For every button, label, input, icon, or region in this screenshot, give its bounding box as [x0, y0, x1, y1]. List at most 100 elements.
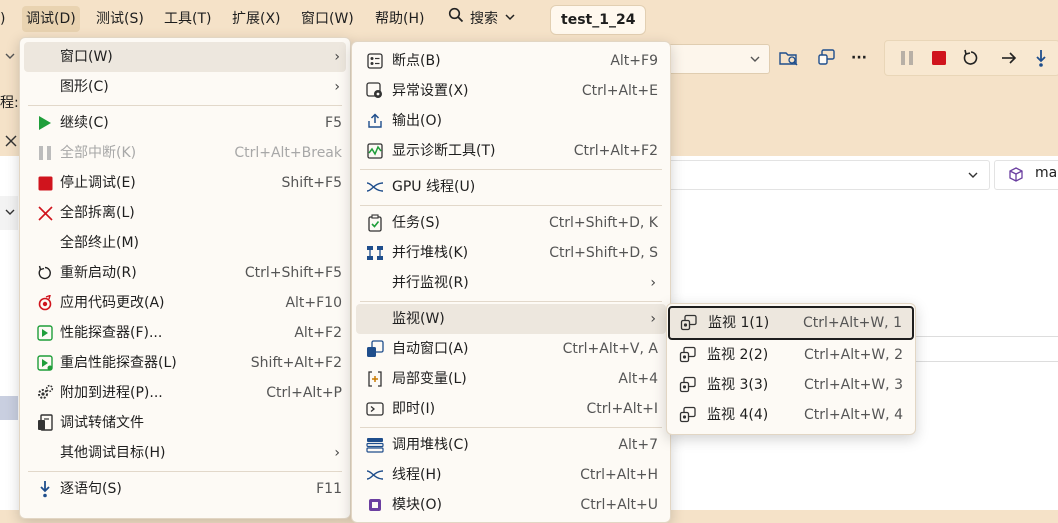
process-label: 程:: [0, 95, 19, 111]
menu-debug[interactable]: 调试(D): [22, 6, 80, 32]
chevron-down-icon[interactable]: [4, 206, 16, 218]
profiler-icon: [36, 324, 54, 342]
window-menu-parallel-stacks[interactable]: 并行堆栈(K) Ctrl+Shift+D, S: [356, 238, 666, 268]
window-menu-modules[interactable]: 模块(O) Ctrl+Alt+U: [356, 490, 666, 520]
debug-menu-dump-file[interactable]: 调试转储文件: [24, 408, 346, 438]
menu-item-shortcut: Ctrl+Alt+P: [266, 385, 342, 401]
menu-search[interactable]: 搜索: [444, 6, 520, 32]
debug-menu-restart[interactable]: 重新启动(R) Ctrl+Shift+F5: [24, 258, 346, 288]
debug-menu-performance-profiler[interactable]: 性能探查器(F)... Alt+F2: [24, 318, 346, 348]
gear-icon: [36, 384, 54, 402]
window-menu-locals[interactable]: 局部变量(L) Alt+4: [356, 364, 666, 394]
debug-menu-terminate-all[interactable]: 全部终止(M): [24, 228, 346, 258]
window-menu-immediate[interactable]: 即时(I) Ctrl+Alt+I: [356, 394, 666, 424]
menu-item-label: 显示诊断工具(T): [392, 143, 496, 159]
window-menu-call-stack[interactable]: 调用堆栈(C) Alt+7: [356, 430, 666, 460]
menu-extensions[interactable]: 扩展(X): [228, 6, 285, 32]
stop-icon[interactable]: [926, 46, 952, 70]
menu-item-shortcut: Ctrl+Shift+F5: [244, 265, 342, 281]
menu-item-shortcut: Ctrl+Alt+W, 1: [803, 315, 902, 331]
watch-menu-watch-1[interactable]: 监视 1(1) Ctrl+Alt+W, 1: [668, 306, 914, 340]
debug-menu-graphics[interactable]: 图形(C) ›: [24, 72, 346, 102]
restart-icon[interactable]: [958, 46, 984, 70]
menu-item-shortcut: Ctrl+Alt+F2: [573, 143, 658, 159]
watch-menu-watch-2[interactable]: 监视 2(2) Ctrl+Alt+W, 2: [671, 340, 911, 370]
menu-tools[interactable]: 工具(T): [160, 6, 215, 32]
chevron-down-icon: [750, 56, 760, 62]
menu-item-label: 自动窗口(A): [392, 341, 469, 357]
navigation-combo[interactable]: [660, 160, 990, 190]
pause-icon: [36, 144, 54, 162]
window-menu-output[interactable]: 输出(O): [356, 106, 666, 136]
step-into-icon[interactable]: [1028, 46, 1054, 70]
menu-separator: [360, 169, 662, 170]
watch-window-icon: [679, 346, 697, 364]
menu-item-label: 全部终止(M): [60, 235, 140, 251]
debug-menu-stop[interactable]: 停止调试(E) Shift+F5: [24, 168, 346, 198]
tasks-icon: [366, 214, 384, 232]
window-menu-watch[interactable]: 监视(W) ›: [356, 304, 666, 334]
debug-menu-detach-all[interactable]: 全部拆离(L): [24, 198, 346, 228]
window-menu-tasks[interactable]: 任务(S) Ctrl+Shift+D, K: [356, 208, 666, 238]
debug-menu-break-all[interactable]: 全部中断(K) Ctrl+Alt+Break: [24, 138, 346, 168]
left-pane-strip: [0, 196, 18, 230]
menu-item-shortcut: Alt+F2: [294, 325, 342, 341]
threads-icon: [366, 178, 384, 196]
debug-menu-relaunch-profiler[interactable]: 重启性能探查器(L) Shift+Alt+F2: [24, 348, 346, 378]
debug-menu-continue[interactable]: 继续(C) F5: [24, 108, 346, 138]
window-menu-gpu-threads[interactable]: GPU 线程(U): [356, 172, 666, 202]
debug-menu-attach-to-process[interactable]: 附加到进程(P)... Ctrl+Alt+P: [24, 378, 346, 408]
chevron-down-icon: [968, 172, 978, 178]
breakpoints-icon: [366, 52, 384, 70]
window-menu-parallel-watch[interactable]: 并行监视(R) ›: [356, 268, 666, 298]
menu-item-shortcut: Ctrl+Alt+W, 4: [804, 407, 903, 423]
watch-menu-watch-4[interactable]: 监视 4(4) Ctrl+Alt+W, 4: [671, 400, 911, 430]
menu-window[interactable]: 窗口(W): [297, 6, 358, 32]
diagnostic-tools-icon: [366, 142, 384, 160]
window-menu-exception-settings[interactable]: 异常设置(X) Ctrl+Alt+E: [356, 76, 666, 106]
menu-item-label: 继续(C): [60, 115, 109, 131]
window-menu-breakpoints[interactable]: 断点(B) Alt+F9: [356, 46, 666, 76]
more-options-icon[interactable]: ···: [846, 46, 872, 70]
modules-icon: [366, 496, 384, 514]
debug-menu-apply-code-changes[interactable]: 应用代码更改(A) Alt+F10: [24, 288, 346, 318]
menu-item-shortcut: Alt+7: [618, 437, 658, 453]
member-combo[interactable]: ma: [994, 160, 1058, 190]
debug-menu-step-into[interactable]: 逐语句(S) F11: [24, 474, 346, 504]
menu-help[interactable]: 帮助(H): [371, 6, 428, 32]
watch-window-icon: [679, 376, 697, 394]
window-menu-autos[interactable]: 自动窗口(A) Ctrl+Alt+V, A: [356, 334, 666, 364]
menu-item-label: 调试转储文件: [60, 415, 144, 431]
menu-item-shortcut: F5: [325, 115, 342, 131]
solution-name-tab[interactable]: test_1_24: [550, 5, 647, 35]
watch-menu-watch-3[interactable]: 监视 3(3) Ctrl+Alt+W, 3: [671, 370, 911, 400]
menu-item-label: 全部拆离(L): [60, 205, 135, 221]
menu-item-shortcut: Ctrl+Alt+Break: [234, 145, 342, 161]
debug-menu-other-targets[interactable]: 其他调试目标(H) ›: [24, 438, 346, 468]
debug-menu-window[interactable]: 窗口(W) ›: [24, 42, 346, 72]
menu-item-shortcut: Ctrl+Alt+W, 3: [804, 377, 903, 393]
menu-item-label: 应用代码更改(A): [60, 295, 165, 311]
menu-item-label: 监视(W): [392, 311, 445, 327]
pause-icon[interactable]: [894, 46, 920, 70]
config-combo[interactable]: [660, 44, 770, 74]
menu-item-label: 性能探查器(F)...: [60, 325, 163, 341]
browse-folder-icon[interactable]: [776, 46, 802, 70]
parallel-stacks-icon: [366, 244, 384, 262]
search-label: 搜索: [470, 11, 498, 27]
menu-test[interactable]: 测试(S): [92, 6, 148, 32]
menu-item-shortcut: F11: [316, 481, 342, 497]
window-menu-threads[interactable]: 线程(H) Ctrl+Alt+H: [356, 460, 666, 490]
close-icon[interactable]: [4, 134, 18, 152]
menu-item-label: 窗口(W): [60, 49, 113, 65]
chevron-down-icon[interactable]: [4, 50, 16, 66]
watch-window-icon[interactable]: [814, 46, 840, 70]
chevron-right-icon: ›: [334, 79, 340, 95]
locals-icon: [366, 370, 384, 388]
menu-partial-left[interactable]: ): [0, 6, 9, 32]
window-menu-diagnostic-tools[interactable]: 显示诊断工具(T) Ctrl+Alt+F2: [356, 136, 666, 166]
menu-item-label: 调用堆栈(C): [392, 437, 469, 453]
menu-bar: ) 调试(D) 测试(S) 工具(T) 扩展(X) 窗口(W) 帮助(H) 搜索…: [0, 0, 1058, 38]
left-pane-selection: [0, 396, 18, 420]
show-next-statement-icon[interactable]: [996, 46, 1022, 70]
